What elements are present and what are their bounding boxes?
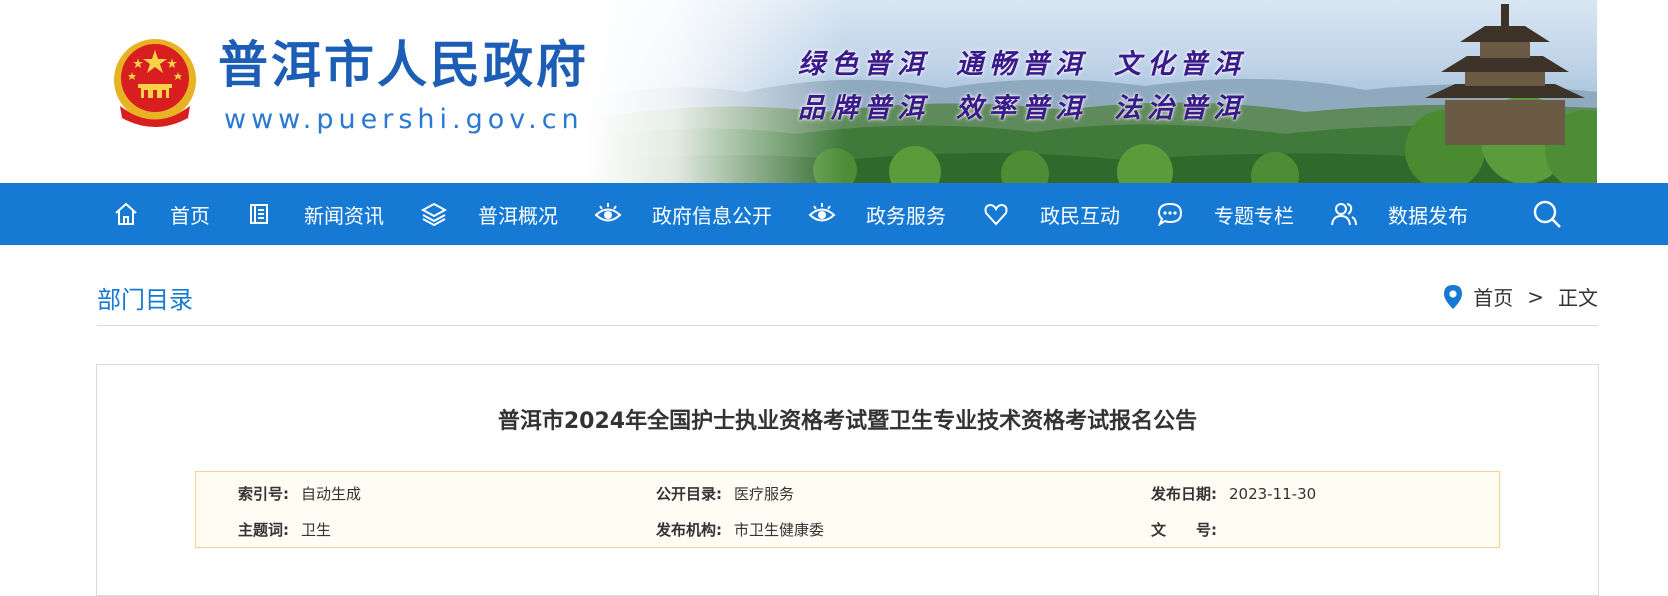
nav-item-overview[interactable]: 普洱概况 <box>420 183 594 245</box>
article-panel: 普洱市2024年全国护士执业资格考试暨卫生专业技术资格考试报名公告 索引号: 自动… <box>96 364 1599 596</box>
nav-label: 数据发布 <box>1388 203 1468 228</box>
search-icon[interactable] <box>1531 198 1563 230</box>
nav-item-news[interactable]: 新闻资讯 <box>246 183 420 245</box>
nav-item-services[interactable]: 政务服务 <box>808 183 982 245</box>
slogan-line-1: 绿色普洱 通畅普洱 文化普洱 <box>798 42 1272 81</box>
nav-item-data[interactable]: 数据发布 <box>1330 183 1504 245</box>
meta-label: 发布机构: <box>656 521 722 539</box>
slogan-item: 品牌普洱 <box>798 93 930 124</box>
meta-row: 主题词: 卫生 发布机构: 市卫生健康委 文 号: <box>196 519 1499 539</box>
meta-label: 发布日期: <box>1151 485 1217 503</box>
layers-icon <box>420 202 448 227</box>
nav-item-interaction[interactable]: 政民互动 <box>982 183 1156 245</box>
breadcrumb-separator: > <box>1527 284 1544 309</box>
meta-index-no: 索引号: 自动生成 <box>238 483 361 504</box>
article-title: 普洱市2024年全国护士执业资格考试暨卫生专业技术资格考试报名公告 <box>497 409 1198 434</box>
section-title: 部门目录 <box>97 286 193 314</box>
site-banner: 普洱市人民政府 www.puershi.gov.cn 绿色普洱 通畅普洱 文化普… <box>0 0 1668 183</box>
nav-item-home[interactable]: 首页 <box>112 183 246 245</box>
chat-icon <box>1157 202 1183 227</box>
slogan-item: 法治普洱 <box>1114 93 1246 124</box>
nav-label: 专题专栏 <box>1214 203 1294 228</box>
location-pin-icon <box>1444 284 1463 309</box>
header-divider <box>97 325 1598 326</box>
national-emblem-icon <box>114 39 196 127</box>
meta-doc-no: 文 号: <box>1151 519 1229 540</box>
meta-value: 卫生 <box>301 521 332 539</box>
slogan-item: 文化普洱 <box>1114 49 1246 80</box>
nav-item-topics[interactable]: 专题专栏 <box>1156 183 1330 245</box>
meta-value: 2023-11-30 <box>1229 485 1317 503</box>
main-nav: 首页 新闻资讯 普洱概况 政府信息公开 政务服务 政民互动 专题专栏 数据发布 <box>0 183 1668 245</box>
meta-value: 自动生成 <box>301 485 362 503</box>
site-url: www.puershi.gov.cn <box>224 104 584 135</box>
nav-label: 政府信息公开 <box>652 203 772 228</box>
meta-row: 索引号: 自动生成 公开目录: 医疗服务 发布日期: 2023-11-30 <box>196 483 1499 503</box>
eye-icon <box>594 203 622 222</box>
article-meta-box: 索引号: 自动生成 公开目录: 医疗服务 发布日期: 2023-11-30 主题词: 卫… <box>195 471 1500 548</box>
nav-label: 首页 <box>170 203 210 228</box>
slogan-item: 通畅普洱 <box>956 49 1088 80</box>
nav-label: 政务服务 <box>866 203 946 228</box>
book-icon <box>250 204 268 224</box>
slogan-item: 效率普洱 <box>956 93 1088 124</box>
nav-items: 首页 新闻资讯 普洱概况 政府信息公开 政务服务 政民互动 专题专栏 数据发布 <box>112 183 1504 245</box>
users-icon <box>1331 203 1357 226</box>
nav-label: 普洱概况 <box>478 203 558 228</box>
meta-label: 主题词: <box>238 521 289 539</box>
meta-label: 公开目录: <box>656 485 722 503</box>
breadcrumb: 首页 > 正文 <box>1443 282 1598 311</box>
site-name: 普洱市人民政府 <box>218 35 589 94</box>
nav-label: 政民互动 <box>1040 203 1120 228</box>
nav-label: 新闻资讯 <box>304 203 384 228</box>
meta-label: 文 号: <box>1151 521 1217 539</box>
nav-item-gov-info[interactable]: 政府信息公开 <box>594 183 808 245</box>
breadcrumb-current: 正文 <box>1558 286 1598 310</box>
breadcrumb-home[interactable]: 首页 <box>1473 282 1513 311</box>
slogan-line-2: 品牌普洱 效率普洱 法治普洱 <box>798 86 1272 125</box>
heart-icon <box>984 203 1008 226</box>
meta-org: 发布机构: 市卫生健康委 <box>656 519 824 540</box>
meta-value: 市卫生健康委 <box>734 521 825 539</box>
meta-catalog: 公开目录: 医疗服务 <box>656 483 794 504</box>
meta-date: 发布日期: 2023-11-30 <box>1151 483 1316 504</box>
eye-icon <box>808 203 836 222</box>
home-icon <box>115 202 137 225</box>
meta-topic: 主题词: 卫生 <box>238 519 331 540</box>
meta-value: 医疗服务 <box>734 485 795 503</box>
meta-label: 索引号: <box>238 485 289 503</box>
slogan-item: 绿色普洱 <box>798 49 930 80</box>
